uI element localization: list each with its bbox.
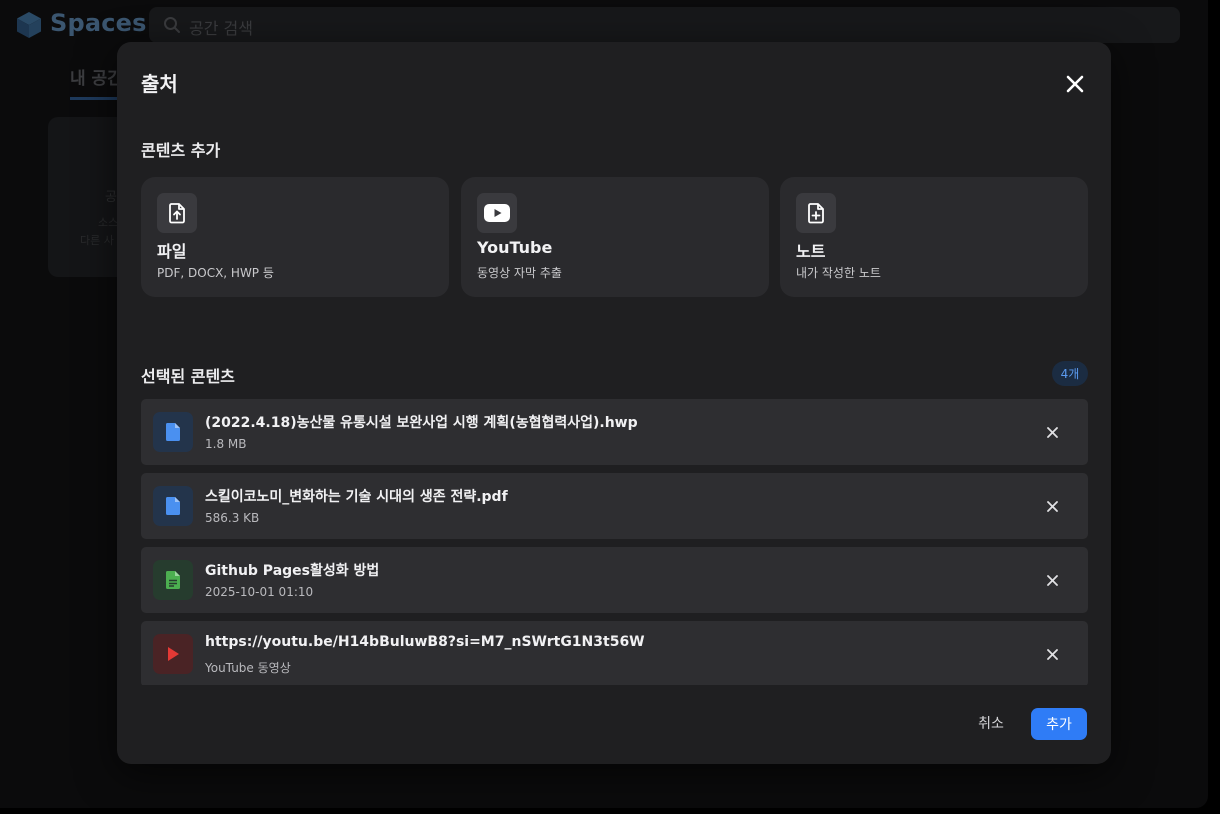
list-item[interactable]: (2022.4.18)농산물 유통시설 보완사업 시행 계획(농협협력사업).h…: [141, 399, 1088, 465]
option-desc: 내가 작성한 노트: [796, 266, 881, 280]
item-name: (2022.4.18)농산물 유통시설 보완사업 시행 계획(농협협력사업).h…: [205, 415, 638, 431]
selected-content-list[interactable]: (2022.4.18)농산물 유통시설 보완사업 시행 계획(농협협력사업).h…: [141, 399, 1088, 685]
document-icon: [165, 497, 180, 515]
list-item[interactable]: 스킬이코노미_변화하는 기술 시대의 생존 전략.pdf 586.3 KB: [141, 473, 1088, 539]
document-icon-box: [153, 486, 193, 526]
space-search-input[interactable]: 공간 검색: [149, 7, 1180, 43]
search-placeholder: 공간 검색: [189, 19, 253, 38]
close-icon: [1066, 75, 1084, 93]
close-icon: [1046, 426, 1058, 438]
tab-underline: [70, 97, 122, 100]
add-note-card[interactable]: 노트 내가 작성한 노트: [780, 177, 1088, 297]
item-date: 2025-10-01 01:10: [205, 585, 314, 599]
remove-item-button[interactable]: [1043, 423, 1061, 441]
note-add-icon: [808, 203, 824, 224]
item-type: YouTube 동영상: [205, 661, 291, 675]
item-name: Github Pages활성화 방법: [205, 563, 380, 579]
close-icon: [1046, 500, 1058, 512]
play-icon-box: [153, 634, 193, 674]
option-title: YouTube: [477, 238, 553, 257]
item-size: 586.3 KB: [205, 511, 260, 525]
close-button[interactable]: [1061, 70, 1089, 98]
space-card-line: 소스: [98, 216, 119, 229]
option-title: 파일: [157, 242, 187, 261]
tab-my-spaces[interactable]: 내 공간: [70, 64, 123, 89]
space-card-line: 다른 사: [80, 234, 114, 247]
cancel-button[interactable]: 취소: [969, 708, 1013, 738]
add-content-heading: 콘텐츠 추가: [141, 141, 221, 160]
item-size: 1.8 MB: [205, 437, 247, 451]
space-card-title: 공: [105, 190, 117, 205]
remove-item-button[interactable]: [1043, 645, 1061, 663]
remove-item-button[interactable]: [1043, 571, 1061, 589]
play-icon: [168, 647, 179, 661]
list-item[interactable]: https://youtu.be/H14bBuluwB8?si=M7_nSWrt…: [141, 621, 1088, 685]
close-icon: [1046, 648, 1058, 660]
item-name: https://youtu.be/H14bBuluwB8?si=M7_nSWrt…: [205, 634, 645, 650]
selected-content-heading: 선택된 콘텐츠: [141, 367, 235, 386]
add-button[interactable]: 추가: [1031, 708, 1087, 740]
file-upload-icon-box: [157, 193, 197, 233]
sources-modal: 출처 콘텐츠 추가 파일 PDF, DOCX, HWP 등 YouTube 동영…: [117, 42, 1111, 764]
selected-count-badge: 4개: [1052, 361, 1088, 386]
note-add-icon-box: [796, 193, 836, 233]
search-icon: [164, 17, 180, 33]
option-desc: 동영상 자막 추출: [477, 266, 562, 280]
youtube-icon: [484, 204, 510, 222]
add-youtube-card[interactable]: YouTube 동영상 자막 추출: [461, 177, 769, 297]
file-upload-icon: [169, 203, 185, 224]
youtube-icon-box: [477, 193, 517, 233]
cube-logo-icon: [17, 12, 41, 38]
item-name: 스킬이코노미_변화하는 기술 시대의 생존 전략.pdf: [205, 489, 508, 505]
document-icon-box: [153, 412, 193, 452]
list-item[interactable]: Github Pages활성화 방법 2025-10-01 01:10: [141, 547, 1088, 613]
add-file-card[interactable]: 파일 PDF, DOCX, HWP 등: [141, 177, 449, 297]
note-icon-box: [153, 560, 193, 600]
option-title: 노트: [796, 242, 826, 261]
option-desc: PDF, DOCX, HWP 등: [157, 266, 274, 280]
note-icon: [165, 571, 180, 589]
app-title: Spaces: [50, 9, 147, 37]
document-icon: [165, 423, 180, 441]
modal-title: 출처: [141, 72, 178, 96]
remove-item-button[interactable]: [1043, 497, 1061, 515]
close-icon: [1046, 574, 1058, 586]
